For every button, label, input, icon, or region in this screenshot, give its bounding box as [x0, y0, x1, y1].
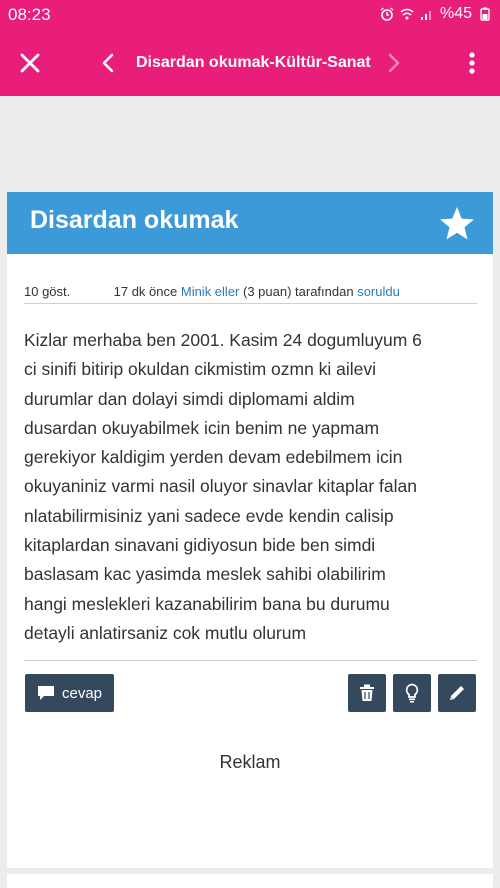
status-bar: 08:23 %45: [0, 0, 500, 30]
delete-button[interactable]: [348, 674, 386, 712]
star-icon[interactable]: [437, 204, 477, 244]
comment-icon: [37, 686, 54, 700]
chevron-right-icon[interactable]: [380, 47, 408, 79]
edit-button[interactable]: [438, 674, 476, 712]
asked-link[interactable]: soruldu: [357, 284, 400, 299]
body-line: dusardan okuyabilmek icin benim ne yapma…: [24, 417, 380, 438]
body-line: kitaplardan sinavani gidiyosun bide ben …: [24, 535, 376, 556]
status-icons: %45: [380, 5, 492, 23]
body-line: detayli anlatirsaniz cok mutlu olurum: [24, 622, 307, 643]
question-card: Disardan okumak 10 göst. 17 dk önce Mini…: [7, 192, 493, 868]
lightbulb-icon: [405, 683, 419, 703]
view-count: 10 göst.: [24, 284, 71, 299]
question-header: Disardan okumak: [7, 192, 493, 254]
next-card: [7, 874, 493, 888]
ad-label: Reklam: [219, 752, 281, 772]
body-line: okuyaniniz varmi nasil oluyor sinavlar k…: [24, 476, 417, 497]
battery-percent: %45: [439, 5, 472, 22]
author-link[interactable]: Minik eller: [181, 284, 240, 299]
body-line: hangi meslekleri kazanabilirim bana bu d…: [24, 593, 390, 614]
wifi-icon: [400, 8, 414, 20]
question-body: Kizlar merhaba ben 2001. Kasim 24 doguml…: [24, 326, 479, 648]
body-line: Kizlar merhaba ben 2001. Kasim 24 doguml…: [24, 330, 422, 350]
author-points: (3 puan) tarafından: [243, 284, 354, 299]
body-line: ci sinifi bitirip okuldan cikmistim ozmn…: [24, 359, 377, 380]
question-meta: 10 göst. 17 dk önce Minik eller (3 puan)…: [24, 284, 477, 304]
alarm-icon: [380, 7, 394, 21]
close-icon[interactable]: [14, 47, 46, 79]
more-vertical-icon[interactable]: [458, 47, 486, 79]
app-bar: Disardan okumak-Kültür-Sanat: [0, 30, 500, 96]
trash-icon: [360, 684, 374, 701]
body-line: baslasam kac yasimda meslek sahibi olabi…: [24, 564, 386, 585]
signal-icon: [420, 11, 431, 20]
body-line: gerekiyor kaldigim yerden devam edebilme…: [24, 447, 403, 468]
body-line: durumlar dan dolayi simdi diplomami aldi…: [24, 388, 355, 409]
banner-area: [0, 96, 500, 192]
battery-icon: [480, 7, 490, 21]
app-title: Disardan okumak-Kültür-Sanat: [136, 54, 371, 71]
pencil-icon: [450, 686, 464, 700]
chevron-left-icon[interactable]: [94, 47, 122, 79]
answer-button-label: cevap: [61, 684, 103, 702]
question-title: Disardan okumak: [30, 206, 239, 234]
answer-button[interactable]: cevap: [25, 674, 114, 712]
asked-time: 17 dk önce: [113, 284, 178, 299]
body-line: nlatabilirmisiniz yani sadece evde kendi…: [24, 505, 394, 526]
status-time: 08:23: [8, 5, 51, 24]
hint-button[interactable]: [393, 674, 431, 712]
divider: [24, 660, 477, 661]
